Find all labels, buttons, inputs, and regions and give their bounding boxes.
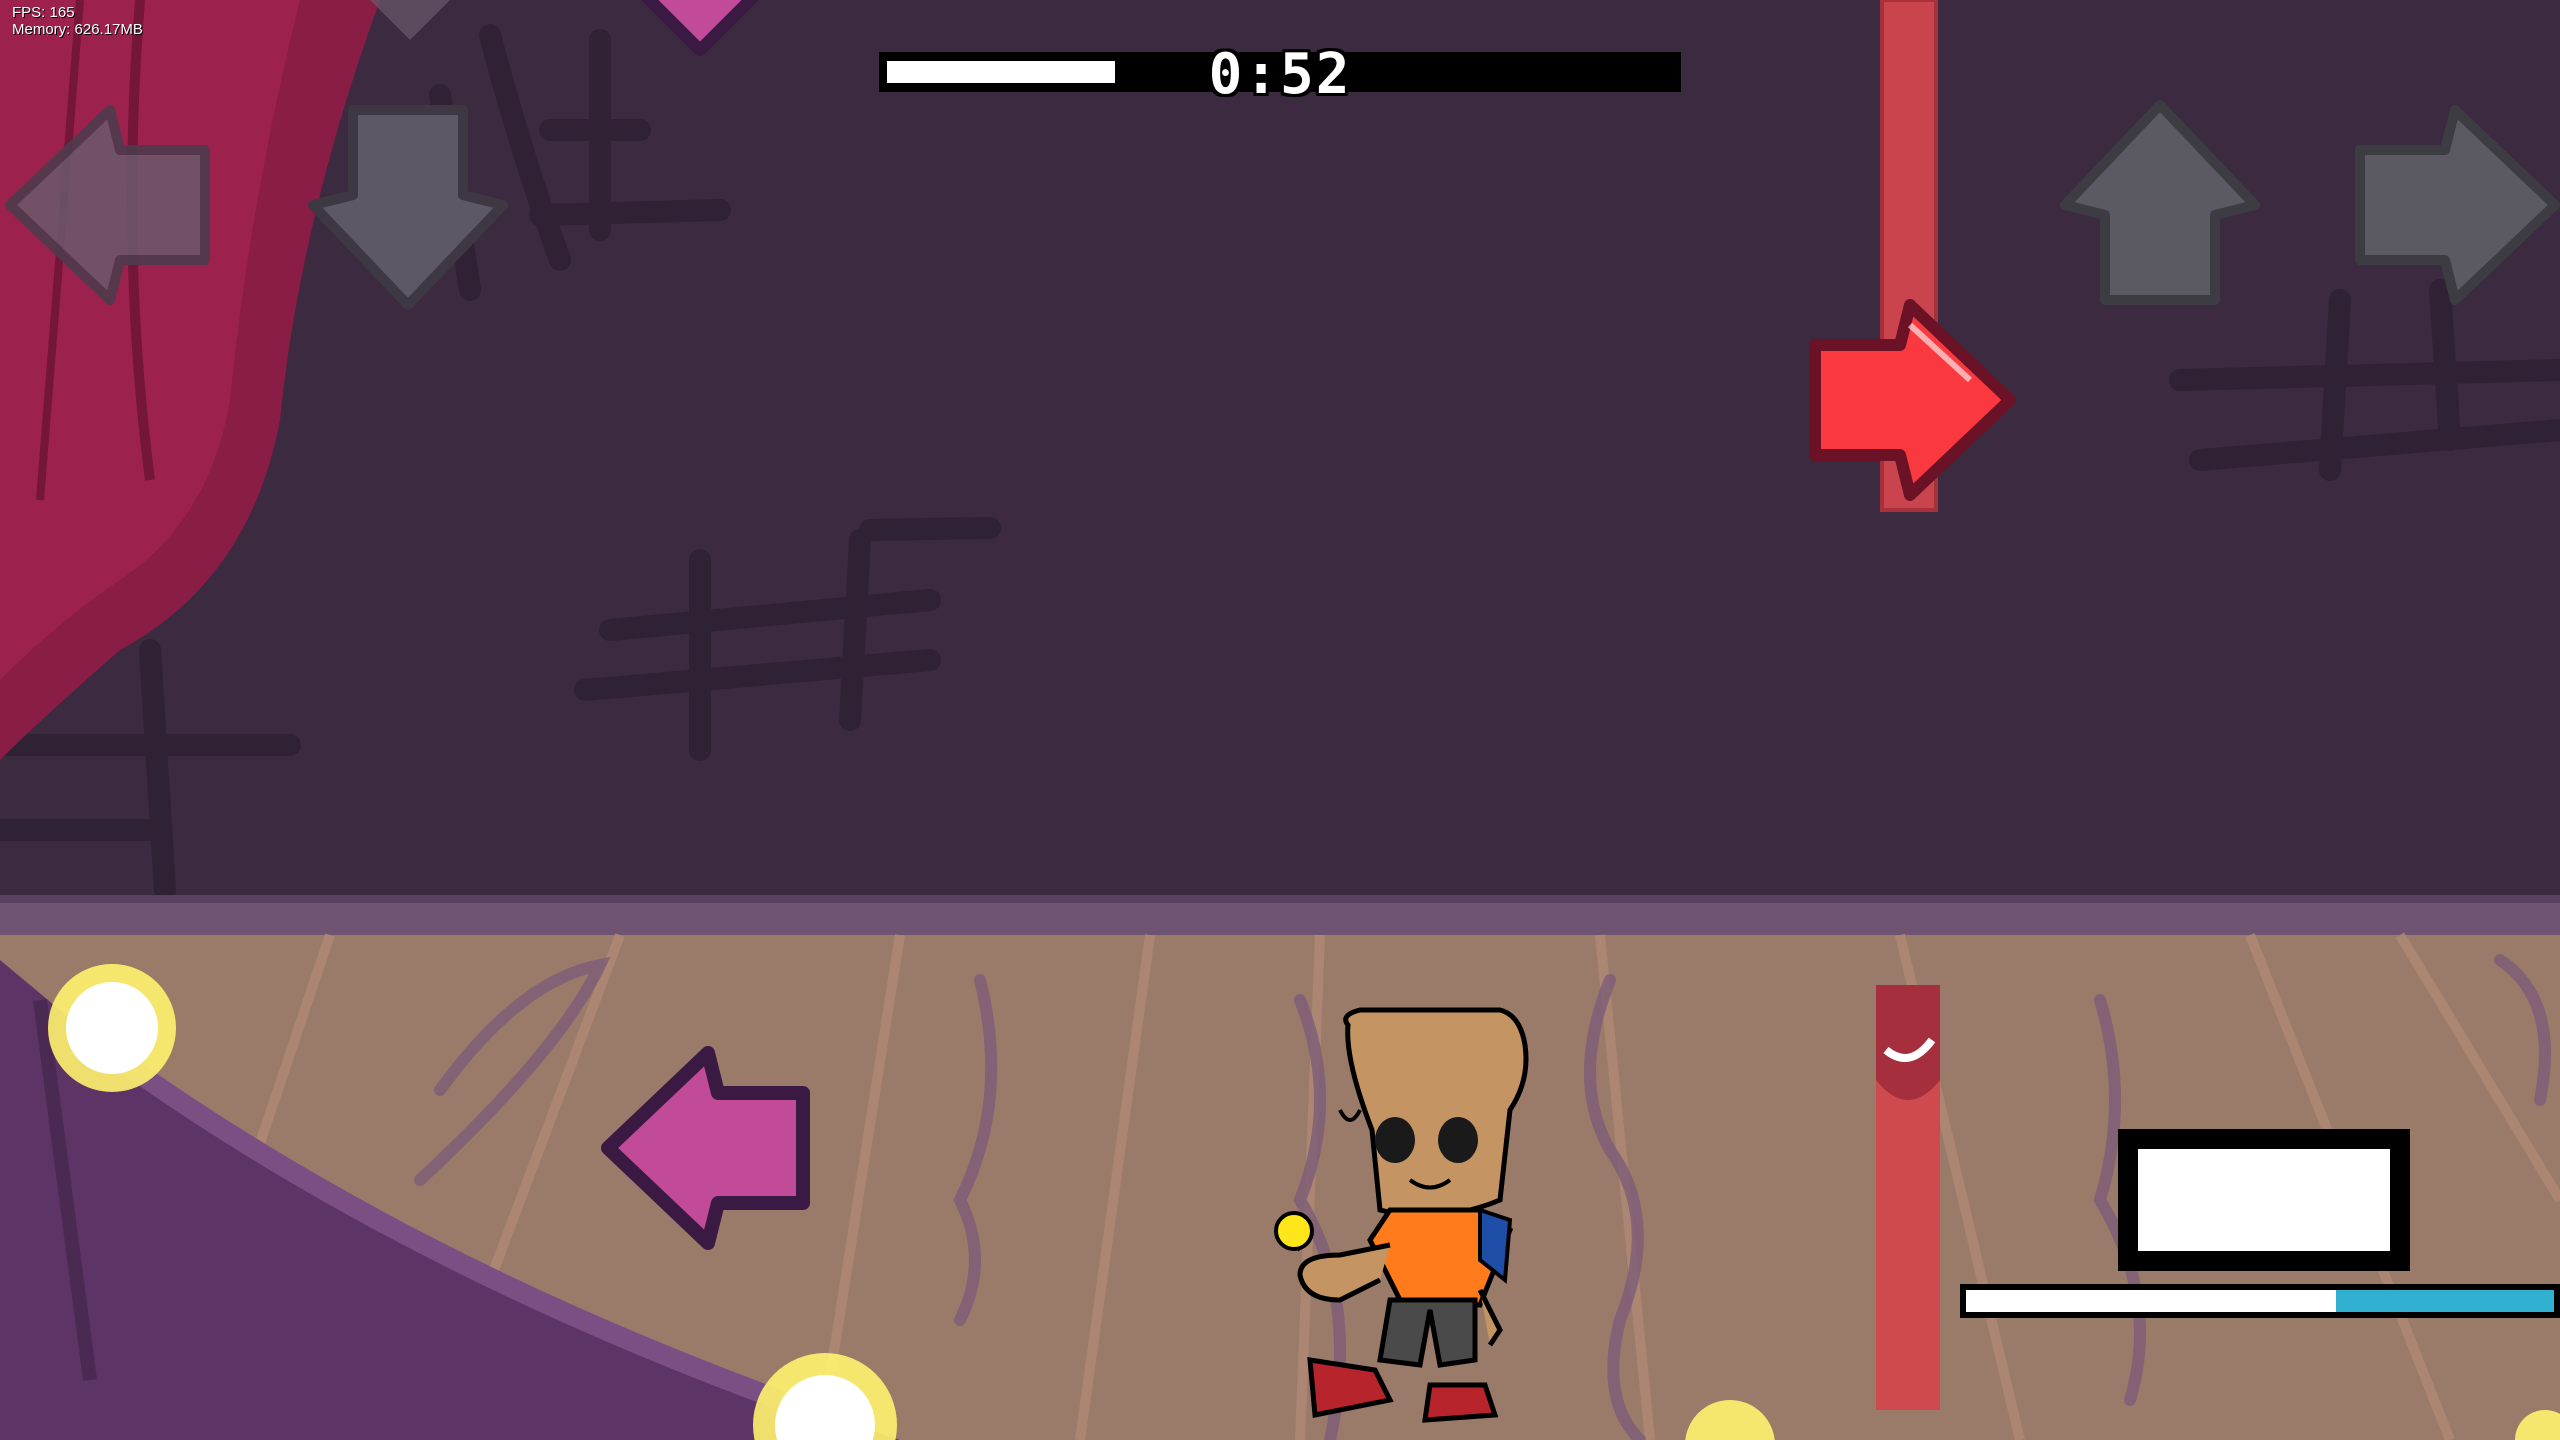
health-icon-placeholder (2138, 1149, 2390, 1251)
stage-rim (0, 900, 2560, 940)
health-icon-box (2118, 1129, 2410, 1271)
time-remaining-text: 0:52 (1208, 42, 1352, 107)
health-bar (1960, 1284, 2560, 1318)
song-time-bar: 0:52 (879, 42, 1681, 107)
game-stage: FPS: 165 Memory: 626.17MB 0:52 (0, 0, 2560, 1440)
debug-overlay: FPS: 165 Memory: 626.17MB (12, 4, 143, 38)
lollipop (1274, 1211, 1314, 1251)
memory-counter: Memory: 626.17MB (12, 21, 143, 38)
health-bar-opponent (1966, 1290, 2336, 1312)
health-bar-player (2336, 1290, 2554, 1312)
fps-counter: FPS: 165 (12, 4, 75, 21)
